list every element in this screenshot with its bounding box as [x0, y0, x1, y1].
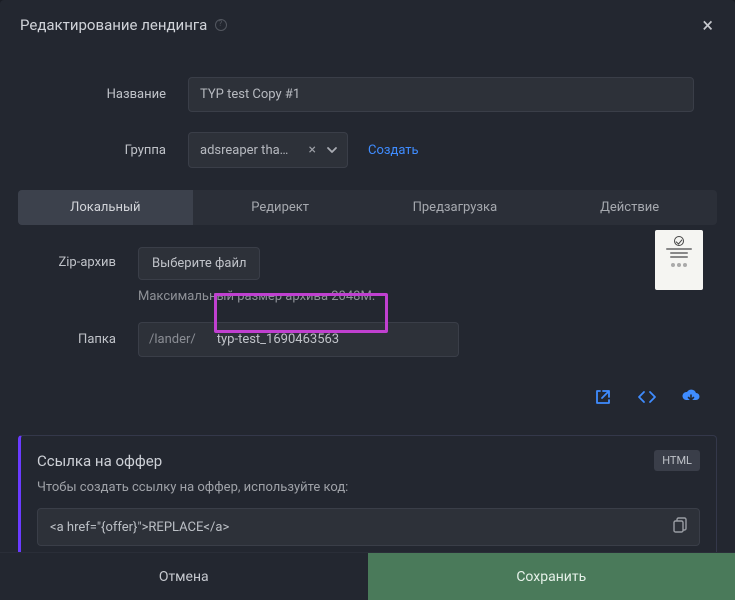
- group-label: Группа: [18, 143, 188, 158]
- tab-action[interactable]: Действие: [542, 190, 717, 225]
- open-external-icon[interactable]: [591, 385, 615, 409]
- create-group-link[interactable]: Создать: [368, 143, 419, 158]
- offer-header: Ссылка на оффер HTML: [37, 450, 700, 471]
- modal-title: Редактирование лендинга: [20, 16, 207, 34]
- zip-content: Выберите файл Максимальный размер архива…: [138, 247, 375, 304]
- row-group: Группа adsreaper tha… × Создать: [18, 132, 717, 168]
- modal-edit-landing: Редактирование лендинга × Название Групп…: [0, 0, 735, 600]
- preview-thumbnail[interactable]: [655, 230, 703, 290]
- check-icon: [674, 236, 684, 246]
- folder-label: Папка: [18, 332, 138, 347]
- save-button[interactable]: Сохранить: [368, 553, 735, 600]
- info-icon[interactable]: [215, 19, 227, 31]
- modal-title-wrap: Редактирование лендинга: [20, 16, 227, 34]
- close-icon: ×: [702, 13, 713, 37]
- folder-prefix: /lander/: [138, 322, 206, 357]
- tabs: Локальный Редирект Предзагрузка Действие: [18, 190, 717, 225]
- choose-file-button[interactable]: Выберите файл: [138, 247, 260, 280]
- clear-icon[interactable]: ×: [305, 142, 320, 158]
- toolbar-actions: [18, 385, 717, 409]
- folder-input[interactable]: [206, 322, 459, 357]
- name-label: Название: [18, 87, 188, 102]
- modal-header: Редактирование лендинга ×: [0, 0, 735, 51]
- name-input[interactable]: [188, 77, 694, 112]
- code-icon[interactable]: [635, 385, 659, 409]
- modal-footer: Отмена Сохранить: [0, 552, 735, 600]
- group-select[interactable]: adsreaper tha… ×: [188, 132, 348, 168]
- offer-link-panel: Ссылка на оффер HTML Чтобы создать ссылк…: [18, 435, 717, 563]
- group-controls: adsreaper tha… × Создать: [188, 132, 419, 168]
- cloud-download-icon[interactable]: [679, 385, 703, 409]
- offer-code-row: <a href="{offer}">REPLACE</a>: [37, 508, 700, 546]
- zip-label: Zip-архив: [18, 247, 138, 270]
- tab-preload[interactable]: Предзагрузка: [368, 190, 543, 225]
- offer-hint: Чтобы создать ссылку на оффер, используй…: [37, 480, 700, 495]
- cancel-button[interactable]: Отмена: [0, 553, 368, 600]
- html-badge[interactable]: HTML: [654, 450, 700, 471]
- group-selected-value: adsreaper tha…: [200, 143, 288, 158]
- tab-redirect[interactable]: Редирект: [193, 190, 368, 225]
- zip-hint: Максимальный размер архива 2048M.: [138, 289, 375, 304]
- local-section: Zip-архив Выберите файл Максимальный раз…: [18, 247, 717, 409]
- row-name: Название: [18, 77, 717, 112]
- modal-body: Название Группа adsreaper tha… × Создать: [0, 51, 735, 563]
- offer-code-text[interactable]: <a href="{offer}">REPLACE</a>: [38, 510, 661, 545]
- row-folder: Папка /lander/: [18, 322, 717, 357]
- offer-title: Ссылка на оффер: [37, 452, 162, 470]
- row-zip: Zip-архив Выберите файл Максимальный раз…: [18, 247, 717, 304]
- tab-local[interactable]: Локальный: [18, 190, 193, 225]
- close-button[interactable]: ×: [698, 13, 717, 37]
- chevron-down-icon: [326, 144, 338, 156]
- copy-icon[interactable]: [661, 509, 699, 545]
